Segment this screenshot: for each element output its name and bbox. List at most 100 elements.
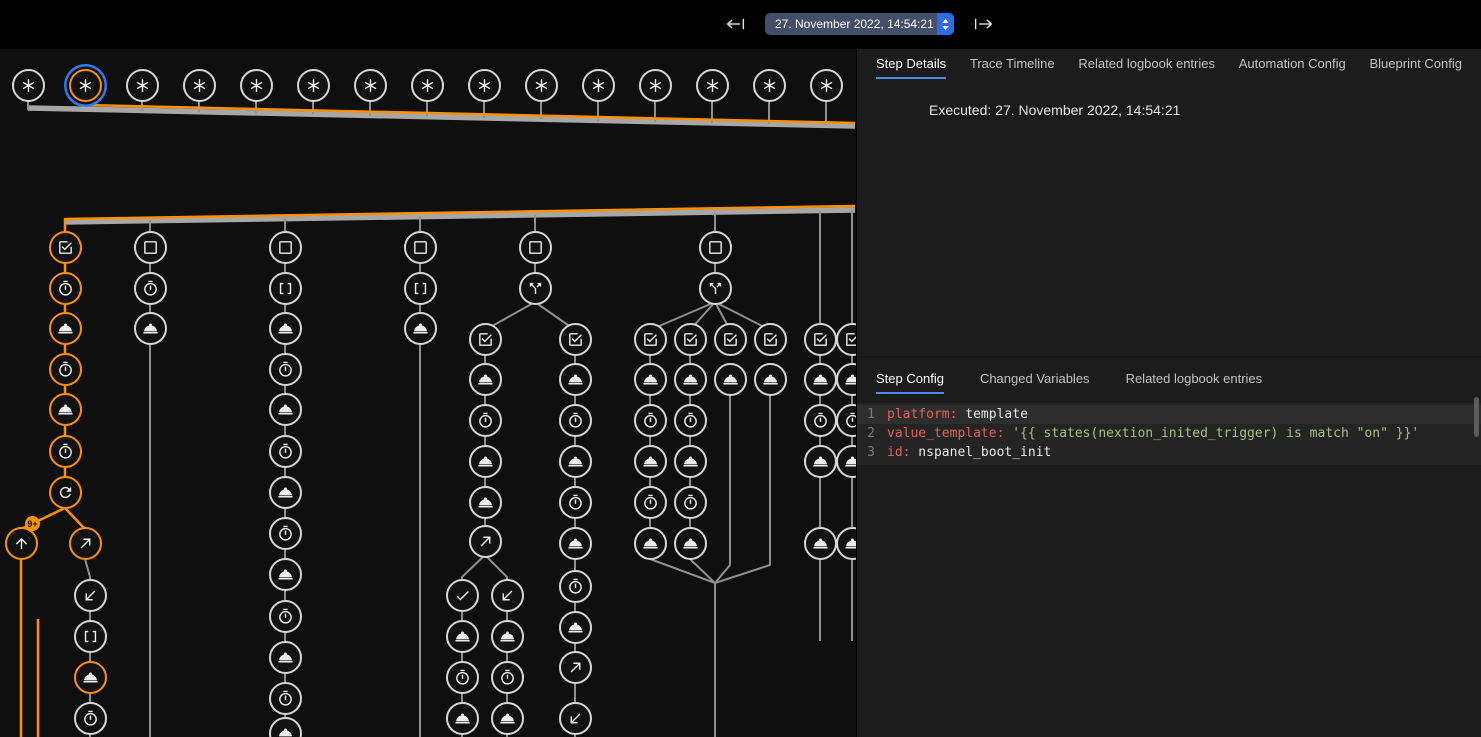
asterisk-node[interactable]	[297, 69, 330, 102]
checkbox-marked-node[interactable]	[469, 323, 502, 356]
service-bell-node[interactable]	[491, 702, 524, 735]
asterisk-node[interactable]	[639, 69, 672, 102]
timer-node[interactable]	[269, 353, 302, 386]
timer-node[interactable]	[634, 404, 667, 437]
service-bell-node[interactable]	[269, 476, 302, 509]
trace-select[interactable]: 27. November 2022, 14:54:21	[765, 13, 954, 35]
asterisk-node[interactable]	[126, 69, 159, 102]
service-bell-node[interactable]	[804, 527, 837, 560]
checkbox-marked-node[interactable]	[754, 323, 787, 356]
service-bell-node[interactable]	[491, 620, 524, 653]
arrow-top-right-node[interactable]	[559, 651, 592, 684]
tab-changed-variables[interactable]: Changed Variables	[980, 364, 1090, 394]
timer-node[interactable]	[491, 661, 524, 694]
code-brackets-node[interactable]	[404, 272, 437, 305]
checkbox-blank-node[interactable]	[519, 231, 552, 264]
code-brackets-node[interactable]	[269, 272, 302, 305]
timer-node[interactable]	[269, 517, 302, 550]
arrow-bottom-left-node[interactable]	[559, 702, 592, 735]
checkbox-blank-node[interactable]	[269, 231, 302, 264]
service-bell-node[interactable]	[804, 445, 837, 478]
call-split-node[interactable]	[699, 272, 732, 305]
tab-automation-config[interactable]: Automation Config	[1239, 49, 1346, 79]
service-bell-node[interactable]	[446, 620, 479, 653]
timer-node[interactable]	[74, 702, 107, 735]
service-bell-node[interactable]	[74, 661, 107, 694]
asterisk-node[interactable]	[240, 69, 273, 102]
timer-node[interactable]	[446, 661, 479, 694]
timer-node[interactable]	[49, 353, 82, 386]
timer-node[interactable]	[559, 404, 592, 437]
next-trace-button[interactable]	[971, 14, 996, 34]
service-bell-node[interactable]	[269, 558, 302, 591]
asterisk-node[interactable]	[69, 69, 102, 102]
checkbox-marked-node[interactable]	[804, 323, 837, 356]
service-bell-node[interactable]	[49, 312, 82, 345]
timer-node[interactable]	[674, 404, 707, 437]
timer-node[interactable]	[134, 272, 167, 305]
arrow-bottom-left-node[interactable]	[74, 579, 107, 612]
service-bell-node[interactable]	[49, 393, 82, 426]
check-node[interactable]	[446, 579, 479, 612]
asterisk-node[interactable]	[354, 69, 387, 102]
tab-step-details[interactable]: Step Details	[876, 49, 946, 79]
arrow-up-node[interactable]	[5, 527, 38, 560]
service-bell-node[interactable]	[469, 363, 502, 396]
service-bell-node[interactable]	[634, 445, 667, 478]
checkbox-marked-node[interactable]	[634, 323, 667, 356]
tab-trace-timeline[interactable]: Trace Timeline	[970, 49, 1055, 79]
checkbox-marked-node[interactable]	[674, 323, 707, 356]
service-bell-node[interactable]	[134, 312, 167, 345]
service-bell-node[interactable]	[269, 312, 302, 345]
checkbox-blank-node[interactable]	[134, 231, 167, 264]
timer-node[interactable]	[269, 600, 302, 633]
asterisk-node[interactable]	[810, 69, 843, 102]
timer-node[interactable]	[269, 682, 302, 715]
service-bell-node[interactable]	[559, 527, 592, 560]
timer-node[interactable]	[559, 570, 592, 603]
timer-node[interactable]	[559, 486, 592, 519]
service-bell-node[interactable]	[754, 363, 787, 396]
checkbox-marked-node[interactable]	[559, 323, 592, 356]
checkbox-blank-node[interactable]	[404, 231, 437, 264]
asterisk-node[interactable]	[468, 69, 501, 102]
tab-blueprint-config[interactable]: Blueprint Config	[1369, 49, 1462, 79]
call-split-node[interactable]	[519, 272, 552, 305]
previous-trace-button[interactable]	[723, 14, 748, 34]
service-bell-node[interactable]	[634, 527, 667, 560]
timer-node[interactable]	[804, 404, 837, 437]
tab-step-config[interactable]: Step Config	[876, 364, 944, 394]
code-brackets-node[interactable]	[74, 620, 107, 653]
service-bell-node[interactable]	[714, 363, 747, 396]
asterisk-node[interactable]	[582, 69, 615, 102]
arrow-top-right-node[interactable]	[469, 525, 502, 558]
timer-node[interactable]	[674, 486, 707, 519]
service-bell-node[interactable]	[559, 445, 592, 478]
timer-node[interactable]	[269, 435, 302, 468]
asterisk-node[interactable]	[183, 69, 216, 102]
service-bell-node[interactable]	[469, 445, 502, 478]
service-bell-node[interactable]	[634, 363, 667, 396]
arrow-bottom-left-node[interactable]	[491, 579, 524, 612]
asterisk-node[interactable]	[12, 69, 45, 102]
service-bell-node[interactable]	[446, 702, 479, 735]
tab-related-logbook-entries[interactable]: Related logbook entries	[1078, 49, 1215, 79]
asterisk-node[interactable]	[525, 69, 558, 102]
service-bell-node[interactable]	[674, 363, 707, 396]
service-bell-node[interactable]	[269, 393, 302, 426]
asterisk-node[interactable]	[411, 69, 444, 102]
timer-node[interactable]	[49, 272, 82, 305]
timer-node[interactable]	[634, 486, 667, 519]
timer-node[interactable]	[49, 435, 82, 468]
service-bell-node[interactable]	[404, 312, 437, 345]
service-bell-node[interactable]	[469, 486, 502, 519]
service-bell-node[interactable]	[269, 641, 302, 674]
checkbox-marked-node[interactable]	[714, 323, 747, 356]
timer-node[interactable]	[469, 404, 502, 437]
refresh-node[interactable]	[49, 476, 82, 509]
asterisk-node[interactable]	[696, 69, 729, 102]
checkbox-marked-node[interactable]	[49, 231, 82, 264]
service-bell-node[interactable]	[559, 611, 592, 644]
service-bell-node[interactable]	[674, 527, 707, 560]
checkbox-blank-node[interactable]	[699, 231, 732, 264]
